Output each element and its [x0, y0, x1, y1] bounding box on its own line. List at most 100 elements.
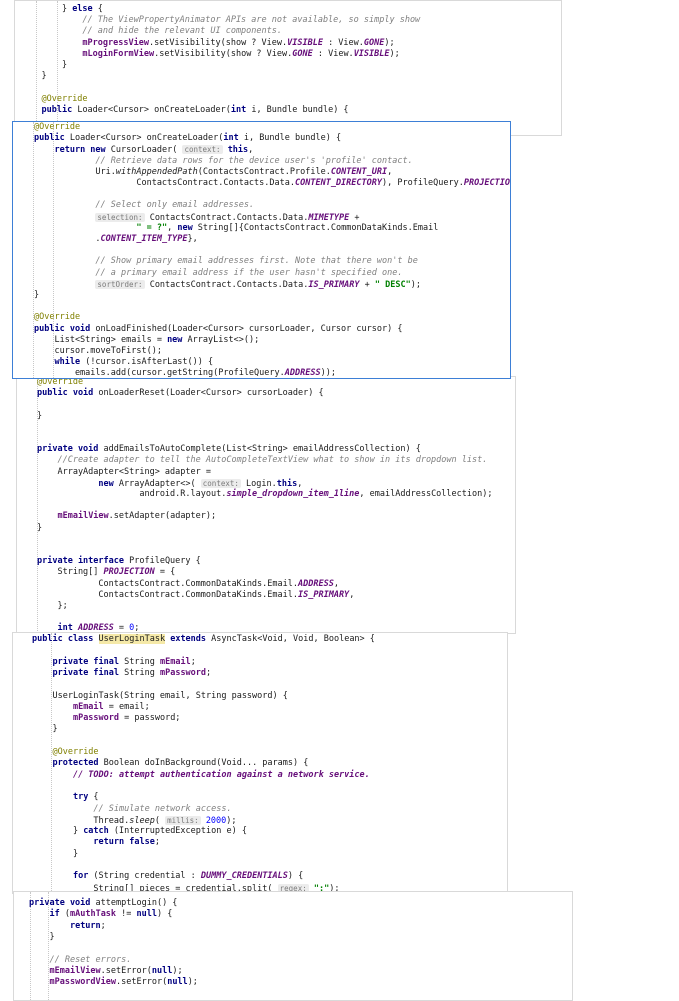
code-snippet-user-login-task[interactable]: public class UserLoginTask extends Async…	[12, 632, 508, 894]
code-line[interactable]: emails.add(cursor.getString(ProfileQuery…	[34, 368, 336, 378]
code-line[interactable]: };	[37, 601, 67, 612]
code-line[interactable]: List<String> emails = new ArrayList<>();	[34, 335, 259, 346]
code-line[interactable]: protected Boolean doInBackground(Void...…	[32, 758, 308, 769]
code-line[interactable]: Thread.sleep( millis: 2000);	[32, 815, 237, 826]
code-token: Login.	[240, 478, 277, 489]
code-line[interactable]: UserLoginTask(String email, String passw…	[32, 691, 287, 702]
code-token: }	[32, 826, 84, 837]
code-token: // The ViewPropertyAnimator APIs are not…	[82, 15, 421, 26]
code-line[interactable]: return;	[29, 921, 106, 932]
code-token: // Simulate network access.	[93, 803, 232, 814]
code-line[interactable]: }	[32, 724, 57, 735]
code-line[interactable]: while (!cursor.isAfterLast()) {	[34, 357, 213, 368]
code-token: null	[136, 909, 158, 920]
code-line[interactable]: }	[32, 849, 78, 860]
code-line[interactable]: } catch (InterruptedException e) {	[32, 826, 247, 837]
code-line[interactable]: }	[34, 290, 39, 301]
code-line[interactable]: }	[29, 932, 54, 943]
code-token: {	[88, 792, 99, 803]
code-line[interactable]: cursor.moveToFirst();	[34, 346, 161, 357]
code-line[interactable]: mLoginFormView.setVisibility(show ? View…	[21, 48, 400, 60]
code-token: public	[34, 133, 65, 144]
code-line[interactable]: selection: ContactsContract.Contacts.Dat…	[34, 212, 360, 223]
code-token: : View.	[322, 37, 364, 48]
code-line[interactable]: return new CursorLoader( context: this,	[34, 144, 253, 155]
code-line[interactable]: // The ViewPropertyAnimator APIs are not…	[21, 15, 420, 26]
code-line[interactable]: // Retrieve data rows for the device use…	[34, 156, 412, 167]
code-token: Thread.	[32, 815, 130, 826]
code-line[interactable]: // and hide the relevant UI components.	[21, 26, 282, 37]
code-line[interactable]: }	[21, 60, 67, 71]
code-line[interactable]: @Override	[32, 747, 98, 758]
code-line[interactable]: // Reset errors.	[29, 955, 131, 966]
code-token: for	[72, 871, 89, 882]
code-line[interactable]: public Loader<Cursor> onCreateLoader(int…	[34, 133, 341, 144]
code-line[interactable]: private void addEmailsToAutoComplete(Lis…	[37, 444, 421, 455]
code-line[interactable]: sortOrder: ContactsContract.Contacts.Dat…	[34, 279, 421, 290]
code-line[interactable]: @Override	[34, 122, 80, 133]
code-snippet-show-progress[interactable]: } else { // The ViewPropertyAnimator API…	[14, 0, 562, 136]
code-line[interactable]: // Select only email addresses.	[34, 200, 254, 211]
code-token: +	[349, 212, 360, 223]
code-line[interactable]: ArrayAdapter<String> adapter =	[37, 467, 211, 478]
code-line[interactable]: //Create adapter to tell the AutoComplet…	[37, 455, 487, 466]
code-token: : View.	[312, 48, 354, 59]
code-line[interactable]: // TODO: attempt authentication against …	[32, 770, 370, 781]
code-line[interactable]: android.R.layout.simple_dropdown_item_1l…	[37, 489, 492, 500]
code-line[interactable]: } else {	[21, 4, 103, 15]
code-line[interactable]: public Loader<Cursor> onCreateLoader(int…	[21, 105, 348, 116]
code-line[interactable]: // Simulate network access.	[32, 803, 232, 815]
code-line[interactable]: return false;	[32, 837, 160, 848]
code-line[interactable]: mEmailView.setAdapter(adapter);	[37, 511, 216, 522]
code-line[interactable]: String[] PROJECTION = {	[37, 567, 175, 578]
code-line[interactable]: Uri.withAppendedPath(ContactsContract.Pr…	[34, 167, 392, 178]
code-line[interactable]: }	[37, 523, 42, 534]
code-token: );	[389, 48, 400, 59]
code-snippet-attempt-login[interactable]: private void attemptLogin() { if (mAuthT…	[13, 891, 573, 1001]
code-token: );	[410, 279, 421, 290]
code-line[interactable]: ContactsContract.CommonDataKinds.Email.A…	[37, 579, 339, 590]
code-line[interactable]: if (mAuthTask != null) {	[29, 909, 172, 920]
code-line[interactable]: new ArrayAdapter<>( context: Login.this,	[37, 478, 302, 489]
code-line[interactable]: mProgressView.setVisibility(show ? View.…	[21, 37, 394, 49]
code-line[interactable]: .CONTENT_ITEM_TYPE},	[34, 234, 197, 245]
code-line[interactable]: ContactsContract.Contacts.Data.CONTENT_D…	[34, 178, 510, 189]
code-line[interactable]: // Show primary email addresses first. N…	[34, 256, 417, 267]
code-token: (	[154, 815, 166, 826]
code-token: GONE	[292, 48, 313, 59]
code-line[interactable]: for (String credential : DUMMY_CREDENTIA…	[32, 871, 303, 882]
code-token: addEmailsToAutoComplete(List<String> ema…	[98, 444, 421, 455]
code-line[interactable]: mPasswordView.setError(null);	[29, 977, 197, 988]
code-line[interactable]: private final String mEmail;	[32, 657, 195, 668]
code-token: CONTENT_DIRECTORY	[295, 178, 382, 188]
code-line[interactable]: private interface ProfileQuery {	[37, 556, 201, 567]
code-line[interactable]: @Override	[34, 312, 80, 323]
code-line[interactable]: mPassword = password;	[32, 713, 180, 724]
code-line[interactable]: mEmail = email;	[32, 702, 150, 713]
code-line[interactable]: public class UserLoginTask extends Async…	[32, 634, 375, 645]
code-line[interactable]: ContactsContract.CommonDataKinds.Email.I…	[37, 590, 354, 601]
code-line[interactable]: try {	[32, 792, 99, 803]
code-line[interactable]: // a primary email address if the user h…	[34, 268, 402, 279]
code-token: //Create adapter to tell the AutoComplet…	[57, 455, 488, 466]
code-snippet-create-loader[interactable]: @Override public Loader<Cursor> onCreateL…	[12, 121, 511, 379]
code-line[interactable]: private final String mPassword;	[32, 668, 211, 679]
code-line[interactable]: }	[37, 411, 42, 422]
code-token: @Override	[41, 93, 88, 104]
code-line[interactable]: public void onLoadFinished(Loader<Cursor…	[34, 324, 402, 335]
code-line[interactable]: " = ?", new String[]{ContactsContract.Co…	[34, 223, 438, 234]
code-line[interactable]: }	[21, 71, 46, 82]
code-token: ProfileQuery {	[124, 556, 201, 567]
code-snippet-loader-reset[interactable]: @Override public void onLoaderReset(Loade…	[16, 376, 516, 634]
code-line[interactable]: @Override	[21, 93, 88, 105]
code-line[interactable]: mEmailView.setError(null);	[29, 966, 182, 977]
code-line[interactable]: private void attemptLogin() {	[29, 898, 177, 909]
code-line[interactable]: public void onLoaderReset(Loader<Cursor>…	[37, 388, 324, 399]
code-token: AsyncTask<Void, Void, Boolean> {	[206, 634, 375, 644]
